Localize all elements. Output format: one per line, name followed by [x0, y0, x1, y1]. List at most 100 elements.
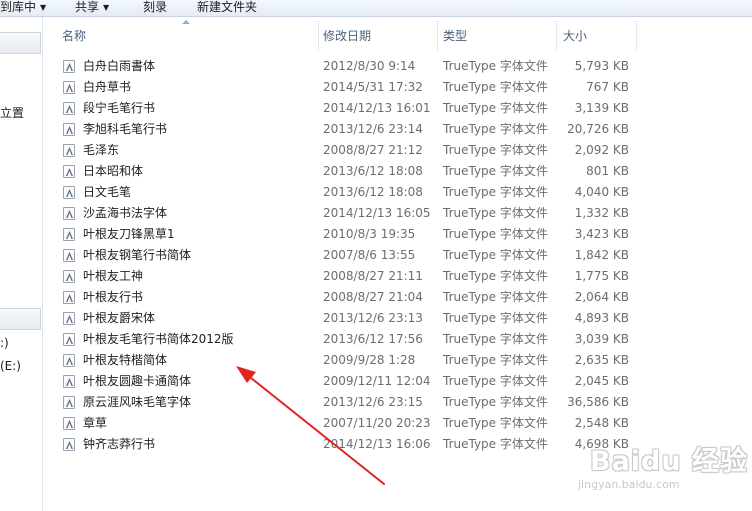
file-size: 4,040 KB [574, 185, 629, 199]
file-size: 767 KB [586, 80, 629, 94]
truetype-font-file-icon [63, 438, 75, 451]
column-divider[interactable] [636, 21, 637, 51]
file-row[interactable]: 李旭科毛笔行书 2013/12/6 23:14 TrueType 字体文件 20,72… [44, 119, 752, 140]
file-row[interactable]: 叶根友工神 2008/8/27 21:11 TrueType 字体文件 1,775 K… [44, 266, 752, 287]
file-modified-date: 2014/12/13 16:05 [323, 206, 431, 220]
file-size: 5,793 KB [574, 59, 629, 73]
truetype-font-file-icon [63, 207, 75, 220]
truetype-font-file-icon [63, 186, 75, 199]
file-modified-date: 2010/8/3 19:35 [323, 227, 416, 241]
file-size: 801 KB [586, 164, 629, 178]
file-type: TrueType 字体文件 [443, 164, 548, 178]
column-header-date[interactable]: 修改日期 [323, 26, 371, 46]
truetype-font-file-icon [63, 291, 75, 304]
file-type: TrueType 字体文件 [443, 248, 548, 262]
file-row[interactable]: 叶根友爵宋体 2013/12/6 23:13 TrueType 字体文件 4,893 … [44, 308, 752, 329]
file-row[interactable]: 章草 2007/11/20 20:23 TrueType 字体文件 2,548 KB [44, 413, 752, 434]
file-modified-date: 2008/8/27 21:04 [323, 290, 423, 304]
file-type: TrueType 字体文件 [443, 143, 548, 157]
nav-item-highlighted[interactable] [0, 308, 41, 330]
file-type: TrueType 字体文件 [443, 353, 548, 367]
file-name: 日本昭和体 [83, 164, 144, 178]
file-size: 1,842 KB [574, 248, 629, 262]
file-modified-date: 2014/5/31 17:32 [323, 80, 423, 94]
file-name: 章草 [83, 416, 108, 430]
file-type: TrueType 字体文件 [443, 101, 548, 115]
file-size: 2,548 KB [574, 416, 629, 430]
file-row[interactable]: 叶根友毛笔行书简体2012版 2013/6/12 17:56 TrueType 字体… [44, 329, 752, 350]
file-row[interactable]: 钟齐志莽行书 2014/12/13 16:06 TrueType 字体文件 4,698… [44, 434, 752, 455]
column-header-name[interactable]: 名称 [62, 26, 86, 46]
file-type: TrueType 字体文件 [443, 122, 548, 136]
truetype-font-file-icon [63, 333, 75, 346]
truetype-font-file-icon [63, 123, 75, 136]
truetype-font-file-icon [63, 396, 75, 409]
navigation-pane: 立置 :) (E:) [0, 17, 43, 511]
column-header-size[interactable]: 大小 [563, 26, 587, 46]
share-button[interactable]: 共享 ▼ [75, 0, 109, 16]
column-header-row: 名称 修改日期 类型 大小 [44, 17, 752, 51]
column-divider[interactable] [556, 21, 557, 51]
file-name: 叶根友工神 [83, 269, 144, 283]
sort-ascending-icon [182, 20, 190, 24]
file-modified-date: 2007/8/6 13:55 [323, 248, 416, 262]
file-row[interactable]: 日本昭和体 2013/6/12 18:08 TrueType 字体文件 801 KB [44, 161, 752, 182]
share-label: 共享 [75, 0, 100, 14]
column-divider[interactable] [437, 21, 438, 51]
file-row[interactable]: 沙孟海书法字体 2014/12/13 16:05 TrueType 字体文件 1,33… [44, 203, 752, 224]
file-row[interactable]: 叶根友刀锋黑草1 2010/8/3 19:35 TrueType 字体文件 3,423… [44, 224, 752, 245]
file-type: TrueType 字体文件 [443, 416, 548, 430]
nav-item-drive-c[interactable]: :) [0, 336, 9, 350]
column-divider[interactable] [318, 21, 319, 51]
column-header-type[interactable]: 类型 [443, 26, 467, 46]
file-size: 4,893 KB [574, 311, 629, 325]
file-type: TrueType 字体文件 [443, 269, 548, 283]
burn-button[interactable]: 刻录 [143, 0, 167, 16]
file-row[interactable]: 日文毛笔 2013/6/12 18:08 TrueType 字体文件 4,040 KB [44, 182, 752, 203]
file-row[interactable]: 段宁毛笔行书 2014/12/13 16:01 TrueType 字体文件 3,139… [44, 98, 752, 119]
watermark-url: jingyan.baidu.com [578, 478, 680, 491]
file-row[interactable]: 叶根友行书 2008/8/27 21:04 TrueType 字体文件 2,064 K… [44, 287, 752, 308]
file-type: TrueType 字体文件 [443, 437, 548, 451]
file-modified-date: 2008/8/27 21:11 [323, 269, 423, 283]
file-size: 3,039 KB [574, 332, 629, 346]
new-folder-button[interactable]: 新建文件夹 [197, 0, 257, 16]
command-toolbar: 到库中 ▼ 共享 ▼ 刻录 新建文件夹 [0, 0, 752, 17]
file-row[interactable]: 叶根友钢笔行书简体 2007/8/6 13:55 TrueType 字体文件 1,84… [44, 245, 752, 266]
file-size: 1,775 KB [574, 269, 629, 283]
truetype-font-file-icon [63, 375, 75, 388]
file-row[interactable]: 白舟草书 2014/5/31 17:32 TrueType 字体文件 767 KB [44, 77, 752, 98]
file-row[interactable]: 毛泽东 2008/8/27 21:12 TrueType 字体文件 2,092 KB [44, 140, 752, 161]
file-type: TrueType 字体文件 [443, 374, 548, 388]
file-modified-date: 2009/9/28 1:28 [323, 353, 416, 367]
include-in-library-button[interactable]: 到库中 ▼ [0, 0, 46, 16]
file-row[interactable]: 原云涯风味毛笔字体 2013/12/6 23:15 TrueType 字体文件 36,… [44, 392, 752, 413]
truetype-font-file-icon [63, 312, 75, 325]
file-row[interactable]: 叶根友特楷简体 2009/9/28 1:28 TrueType 字体文件 2,635 … [44, 350, 752, 371]
file-type: TrueType 字体文件 [443, 227, 548, 241]
file-row[interactable]: 白舟白雨書体 2012/8/30 9:14 TrueType 字体文件 5,793 K… [44, 56, 752, 77]
file-name: 叶根友圆趣卡通简体 [83, 374, 192, 388]
file-name: 段宁毛笔行书 [83, 101, 156, 115]
file-name: 叶根友行书 [83, 290, 144, 304]
file-name: 李旭科毛笔行书 [83, 122, 168, 136]
nav-item-location[interactable]: 立置 [0, 104, 24, 121]
file-row[interactable]: 叶根友圆趣卡通简体 2009/12/11 12:04 TrueType 字体文件 2,… [44, 371, 752, 392]
file-type: TrueType 字体文件 [443, 206, 548, 220]
include-in-library-label: 到库中 [0, 0, 37, 14]
truetype-font-file-icon [63, 249, 75, 262]
burn-label: 刻录 [143, 0, 168, 14]
truetype-font-file-icon [63, 228, 75, 241]
truetype-font-file-icon [63, 81, 75, 94]
truetype-font-file-icon [63, 144, 75, 157]
file-type: TrueType 字体文件 [443, 395, 548, 409]
truetype-font-file-icon [63, 165, 75, 178]
nav-selected-item[interactable] [0, 32, 41, 54]
file-size: 2,064 KB [574, 290, 629, 304]
file-size: 2,045 KB [574, 374, 629, 388]
nav-item-drive-e[interactable]: (E:) [0, 359, 21, 373]
file-name: 毛泽东 [83, 143, 120, 157]
truetype-font-file-icon [63, 417, 75, 430]
file-modified-date: 2013/12/6 23:15 [323, 395, 423, 409]
file-name: 钟齐志莽行书 [83, 437, 156, 451]
